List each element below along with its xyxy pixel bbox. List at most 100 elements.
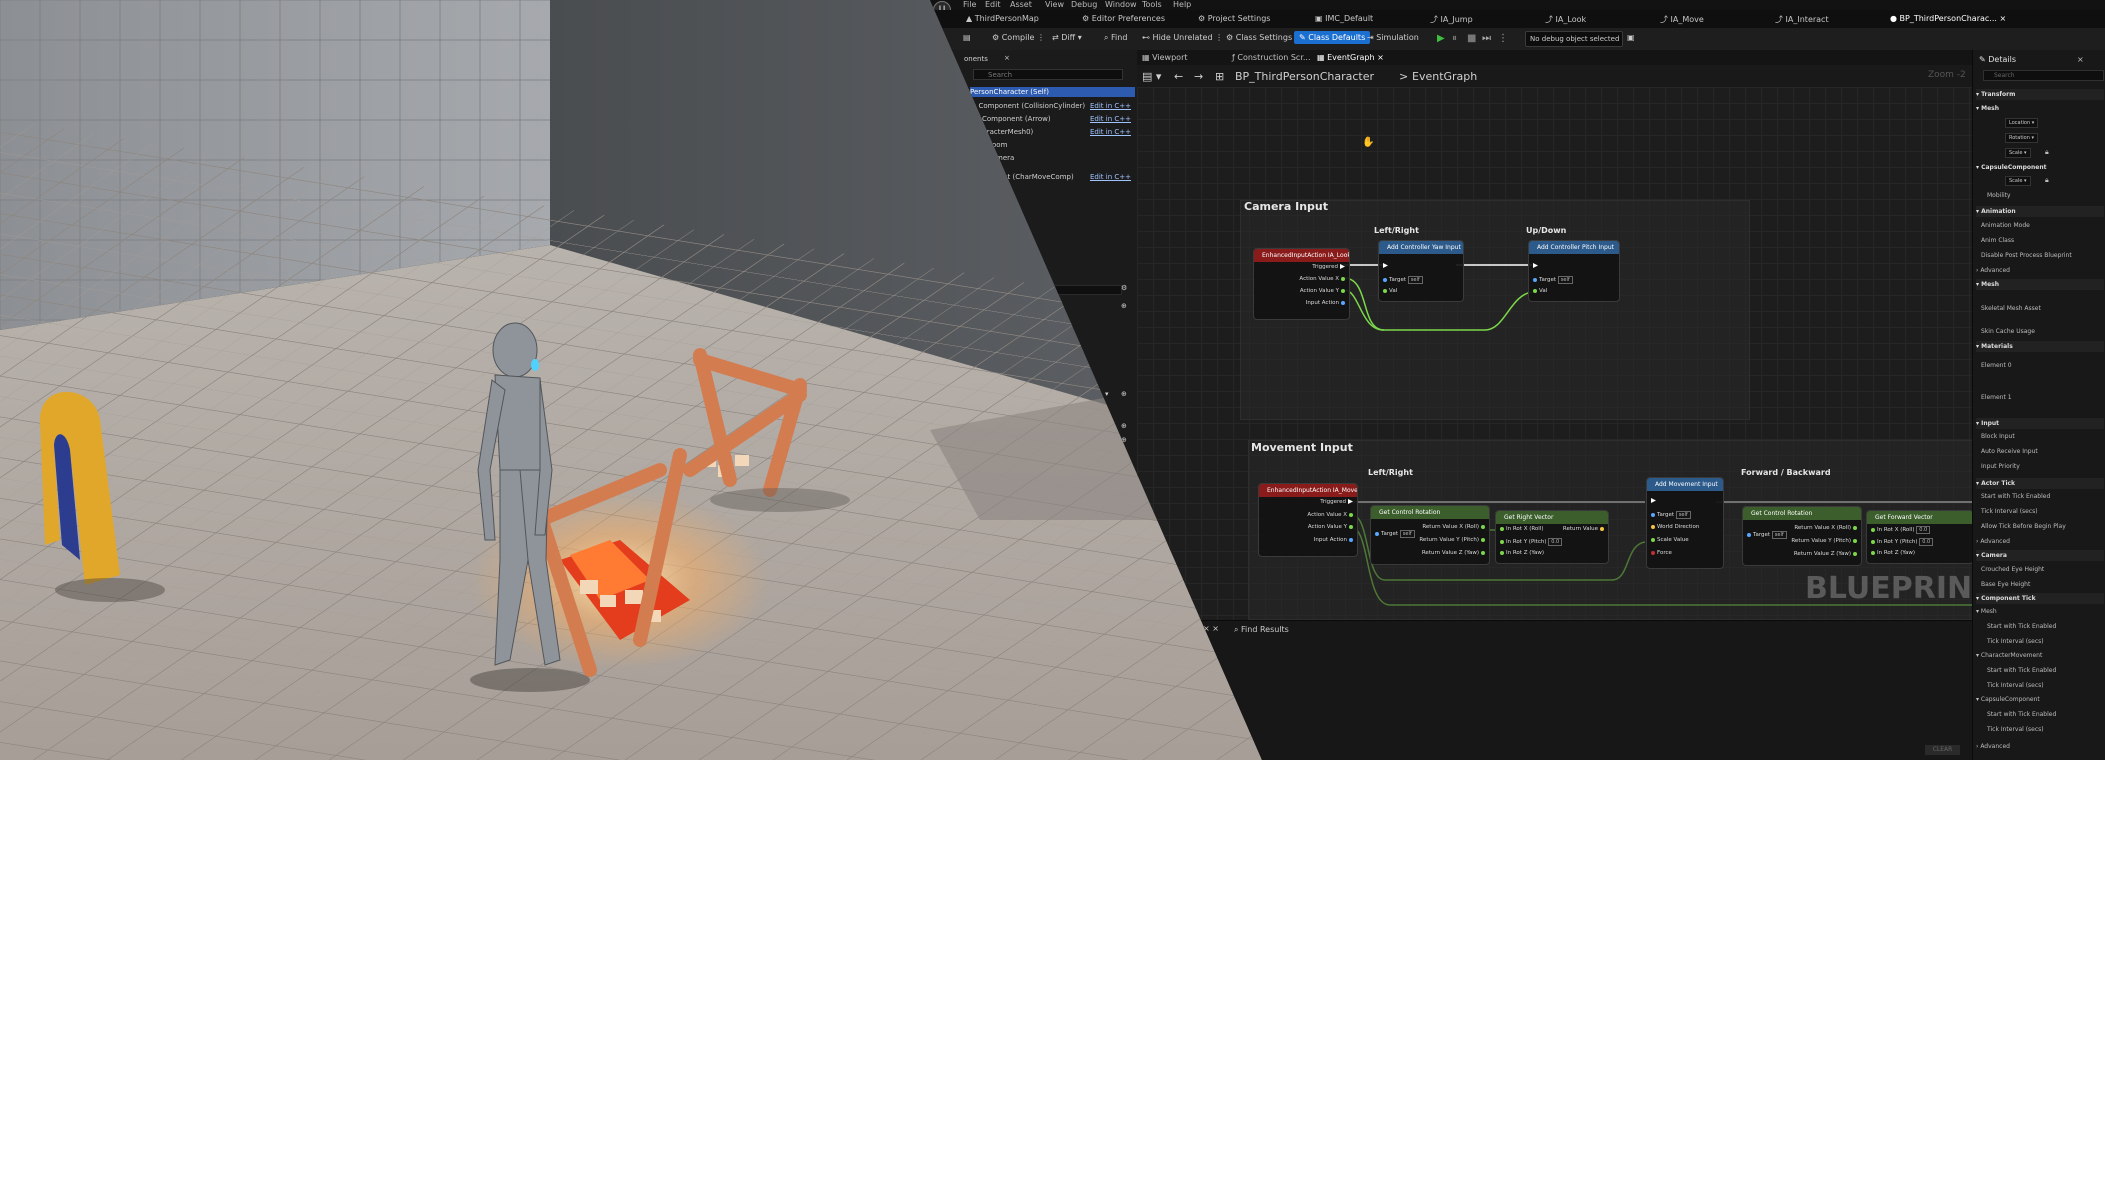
self-value: self <box>1771 531 1787 539</box>
close-icon[interactable]: × <box>2077 55 2084 64</box>
pin-label: Triggered <box>1320 499 1346 505</box>
object-pin-icon <box>1747 532 1751 537</box>
section-materials[interactable]: ▾ Materials <box>1976 341 2104 352</box>
scale-dropdown[interactable]: Scale ▾ <box>2005 176 2031 186</box>
target-pin[interactable]: Target self <box>1649 511 1691 519</box>
location-dropdown[interactable]: Location ▾ <box>2005 118 2039 128</box>
exec-pin-icon <box>1340 264 1345 269</box>
val-pin[interactable]: Val <box>1531 288 1547 294</box>
val-pin[interactable]: Val <box>1381 288 1397 294</box>
property-label: Element 1 <box>1981 394 2012 401</box>
get-control-rotation-node[interactable]: Get Control Rotation Target self Return … <box>1370 505 1490 565</box>
pin-label: In Rot Z (Yaw) <box>1506 550 1544 556</box>
section-input[interactable]: ▾ Input <box>1976 418 2104 429</box>
in-rot-x-pin[interactable]: In Rot X (Roll) <box>1498 526 1544 532</box>
clear-button[interactable]: CLEAR <box>1925 745 1960 755</box>
section-label: Mesh <box>1981 281 1999 288</box>
input-action-pin[interactable]: Input Action <box>1314 537 1355 543</box>
float-pin-icon <box>1853 538 1857 543</box>
section-component-tick[interactable]: ▾ Component Tick <box>1976 593 2104 604</box>
property-label: Tick Interval (secs) <box>1981 508 2038 515</box>
target-pin[interactable]: Target self <box>1745 531 1787 539</box>
float-pin-icon <box>1871 527 1875 532</box>
section-actor-tick[interactable]: ▾ Actor Tick <box>1976 478 2104 489</box>
find-results-tab[interactable]: ⌕ Find Results <box>1234 625 1289 635</box>
get-control-rotation-node[interactable]: Get Control Rotation Target self Return … <box>1742 506 1862 566</box>
return-y-pin[interactable]: Return Value Y (Pitch) <box>1419 537 1487 543</box>
force-pin[interactable]: Force <box>1649 550 1672 556</box>
property-label: CapsuleComponent <box>1980 696 2040 703</box>
return-value-pin[interactable]: Return Value <box>1563 526 1606 532</box>
bool-pin-icon <box>1651 550 1655 555</box>
exec-in-pin[interactable] <box>1381 263 1390 269</box>
target-pin[interactable]: Target self <box>1381 276 1423 284</box>
pin-label: In Rot Z (Yaw) <box>1877 550 1915 556</box>
property-label: Block Input <box>1981 433 2015 440</box>
float-pin-icon <box>1349 512 1353 517</box>
target-pin[interactable]: Target self <box>1373 530 1415 538</box>
in-rot-z-pin[interactable]: In Rot Z (Yaw) <box>1869 550 1915 556</box>
section-label: Materials <box>1981 343 2013 350</box>
subsection-mesh[interactable]: ▾ Mesh <box>1976 608 1997 615</box>
return-z-pin[interactable]: Return Value Z (Yaw) <box>1794 551 1859 557</box>
triggered-pin[interactable]: Triggered <box>1320 499 1355 505</box>
return-z-pin[interactable]: Return Value Z (Yaw) <box>1422 550 1487 556</box>
add-controller-pitch-node[interactable]: Add Controller Pitch Input Target self V… <box>1528 240 1620 302</box>
lock-icon[interactable]: 🔒︎ <box>2045 176 2049 185</box>
exec-pin-icon <box>1651 498 1656 503</box>
zero-value: 0.0 <box>1919 538 1934 546</box>
exec-in-pin[interactable] <box>1649 498 1658 504</box>
scale-dropdown[interactable]: Scale ▾ <box>2005 148 2031 158</box>
in-rot-y-pin[interactable]: In Rot Y (Pitch) 0.0 <box>1869 538 1934 546</box>
lock-icon[interactable]: 🔒︎ <box>2045 148 2049 157</box>
return-y-pin[interactable]: Return Value Y (Pitch) <box>1791 538 1859 544</box>
advanced-toggle[interactable]: › Advanced <box>1976 267 2010 274</box>
ia-look-event-node[interactable]: EnhancedInputAction IA_Look Triggered Ac… <box>1253 248 1350 320</box>
section-mesh[interactable]: ▾ Mesh <box>1976 103 2104 114</box>
action-value-x-pin[interactable]: Action Value X <box>1299 276 1347 282</box>
pin-label: In Rot X (Roll) <box>1506 526 1544 532</box>
details-search-input[interactable]: Search <box>1983 70 2104 81</box>
action-value-x-pin[interactable]: Action Value X <box>1307 512 1355 518</box>
in-rot-x-pin[interactable]: In Rot X (Roll) 0.0 <box>1869 526 1931 534</box>
pin-label: Input Action <box>1313 537 1347 543</box>
input-action-pin[interactable]: Input Action <box>1306 300 1347 306</box>
section-animation[interactable]: ▾ Animation <box>1976 206 2104 217</box>
get-forward-vector-node[interactable]: Get Forward Vector In Rot X (Roll) 0.0 I… <box>1866 510 1974 564</box>
in-rot-z-pin[interactable]: In Rot Z (Yaw) <box>1498 550 1544 556</box>
add-controller-yaw-node[interactable]: Add Controller Yaw Input Target self Val <box>1378 240 1464 302</box>
add-movement-input-node[interactable]: Add Movement Input Target self World Dir… <box>1646 477 1724 569</box>
node-title: Add Controller Pitch Input <box>1529 241 1619 254</box>
details-panel: ✎ Details × Search ▾ Transform ▾ Mesh Lo… <box>1972 50 2105 760</box>
triggered-pin[interactable]: Triggered <box>1312 264 1347 270</box>
pin-label: Target <box>1389 277 1407 283</box>
pin-label: Action Value Y <box>1307 524 1347 530</box>
find-results-title: Find Results <box>1241 625 1289 634</box>
world-direction-pin[interactable]: World Direction <box>1649 524 1699 530</box>
pin-label: In Rot X (Roll) <box>1877 527 1915 533</box>
return-x-pin[interactable]: Return Value X (Roll) <box>1794 525 1859 531</box>
advanced-toggle[interactable]: › Advanced <box>1976 538 2010 545</box>
return-x-pin[interactable]: Return Value X (Roll) <box>1422 524 1487 530</box>
in-rot-y-pin[interactable]: In Rot Y (Pitch) 0.0 <box>1498 538 1563 546</box>
pin-label: Return Value Z (Yaw) <box>1421 550 1479 556</box>
section-mesh[interactable]: ▾ Mesh <box>1976 279 2104 290</box>
rotation-dropdown[interactable]: Rotation ▾ <box>2005 133 2039 143</box>
action-value-y-pin[interactable]: Action Value Y <box>1308 524 1355 530</box>
scale-value-pin[interactable]: Scale Value <box>1649 537 1689 543</box>
section-camera[interactable]: ▾ Camera <box>1976 550 2104 561</box>
ia-move-event-node[interactable]: EnhancedInputAction IA_Move Triggered Ac… <box>1258 483 1358 557</box>
target-pin[interactable]: Target self <box>1531 276 1573 284</box>
section-capsule[interactable]: ▾ CapsuleComponent <box>1976 162 2104 173</box>
advanced-toggle[interactable]: › Advanced <box>1976 743 2010 750</box>
float-pin-icon <box>1349 524 1353 529</box>
get-right-vector-node[interactable]: Get Right Vector In Rot X (Roll) In Rot … <box>1495 510 1609 564</box>
subsection-capsulecomponent[interactable]: ▾ CapsuleComponent <box>1976 696 2040 703</box>
action-value-y-pin[interactable]: Action Value Y <box>1300 288 1347 294</box>
property-label: Skeletal Mesh Asset <box>1981 305 2041 312</box>
node-title-text: Add Controller Yaw Input <box>1387 244 1461 251</box>
float-pin-icon <box>1341 276 1345 281</box>
section-transform[interactable]: ▾ Transform <box>1976 89 2104 100</box>
subsection-charactermovement[interactable]: ▾ CharacterMovement <box>1976 652 2042 659</box>
exec-in-pin[interactable] <box>1531 263 1540 269</box>
